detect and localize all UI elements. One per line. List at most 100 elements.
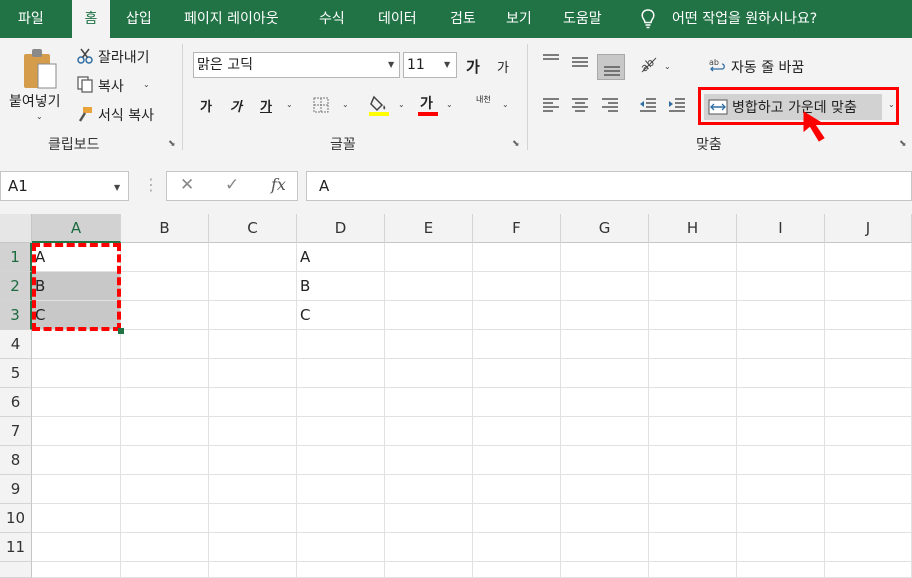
cell-b11[interactable]: [121, 533, 209, 562]
cell-e11[interactable]: [385, 533, 473, 562]
cell-g3[interactable]: [561, 301, 649, 330]
cell-i9[interactable]: [737, 475, 825, 504]
row-header-4[interactable]: 4: [0, 330, 32, 359]
tab-file[interactable]: 파일: [18, 0, 44, 38]
cell-j12[interactable]: [825, 562, 912, 578]
tab-view[interactable]: 보기: [506, 0, 532, 38]
column-header-f[interactable]: F: [473, 214, 561, 243]
tab-formulas[interactable]: 수식: [319, 0, 345, 38]
italic-button[interactable]: 가: [230, 96, 242, 115]
font-name-combo[interactable]: 맑은 고딕: [193, 52, 400, 78]
align-right-icon[interactable]: [600, 96, 620, 114]
font-color-dropdown-icon[interactable]: ⌄: [446, 100, 453, 109]
cell-c9[interactable]: [209, 475, 297, 504]
select-all-corner[interactable]: [0, 214, 32, 243]
orientation-icon[interactable]: ab: [638, 52, 660, 74]
wrap-text-button[interactable]: 자동 줄 바꿈: [731, 57, 804, 77]
borders-icon[interactable]: [312, 96, 330, 114]
align-top-icon[interactable]: [541, 52, 561, 70]
cancel-icon[interactable]: ✕: [180, 175, 194, 195]
borders-dropdown-icon[interactable]: ⌄: [342, 100, 349, 109]
cell-b2[interactable]: [121, 272, 209, 301]
cell-j7[interactable]: [825, 417, 912, 446]
cell-j9[interactable]: [825, 475, 912, 504]
font-color-button[interactable]: 가: [420, 93, 433, 113]
cell-f8[interactable]: [473, 446, 561, 475]
cell-e10[interactable]: [385, 504, 473, 533]
cell-f4[interactable]: [473, 330, 561, 359]
increase-indent-icon[interactable]: [667, 96, 687, 114]
cell-c11[interactable]: [209, 533, 297, 562]
cell-f12[interactable]: [473, 562, 561, 578]
cell-i11[interactable]: [737, 533, 825, 562]
cell-d9[interactable]: [297, 475, 385, 504]
cell-i5[interactable]: [737, 359, 825, 388]
cell-c8[interactable]: [209, 446, 297, 475]
clipboard-launcher-icon[interactable]: ⬊: [168, 139, 176, 149]
grow-font-button[interactable]: 가: [466, 56, 480, 77]
row-header-12[interactable]: [0, 562, 32, 578]
cell-e3[interactable]: [385, 301, 473, 330]
cell-i10[interactable]: [737, 504, 825, 533]
cell-a7[interactable]: [32, 417, 121, 446]
cell-g11[interactable]: [561, 533, 649, 562]
cell-d11[interactable]: [297, 533, 385, 562]
cell-h12[interactable]: [649, 562, 737, 578]
column-header-a[interactable]: A: [32, 214, 121, 243]
cell-a12[interactable]: [32, 562, 121, 578]
cell-d10[interactable]: [297, 504, 385, 533]
cell-h3[interactable]: [649, 301, 737, 330]
font-launcher-icon[interactable]: ⬊: [512, 139, 520, 149]
cell-c3[interactable]: [209, 301, 297, 330]
fill-color-icon[interactable]: [368, 93, 390, 117]
column-header-h[interactable]: H: [649, 214, 737, 243]
cell-j6[interactable]: [825, 388, 912, 417]
column-header-e[interactable]: E: [385, 214, 473, 243]
cell-a6[interactable]: [32, 388, 121, 417]
cell-h5[interactable]: [649, 359, 737, 388]
cell-g12[interactable]: [561, 562, 649, 578]
column-header-d[interactable]: D: [297, 214, 385, 243]
shrink-font-button[interactable]: 가: [497, 57, 509, 76]
cell-e1[interactable]: [385, 243, 473, 272]
cell-f7[interactable]: [473, 417, 561, 446]
cell-b10[interactable]: [121, 504, 209, 533]
cell-g2[interactable]: [561, 272, 649, 301]
cell-i4[interactable]: [737, 330, 825, 359]
font-size-dropdown-icon[interactable]: ▼: [444, 60, 450, 69]
align-left-icon[interactable]: [541, 96, 561, 114]
align-middle-icon[interactable]: [570, 52, 590, 70]
tab-home[interactable]: 홈: [72, 0, 110, 38]
cell-f5[interactable]: [473, 359, 561, 388]
cell-b8[interactable]: [121, 446, 209, 475]
cell-g5[interactable]: [561, 359, 649, 388]
column-header-j[interactable]: J: [825, 214, 912, 243]
underline-dropdown-icon[interactable]: ⌄: [286, 100, 293, 109]
cell-d2[interactable]: B: [297, 272, 385, 301]
cell-j8[interactable]: [825, 446, 912, 475]
tab-help[interactable]: 도움말: [563, 0, 602, 38]
cell-j2[interactable]: [825, 272, 912, 301]
cell-a9[interactable]: [32, 475, 121, 504]
alignment-launcher-icon[interactable]: ⬊: [899, 139, 907, 149]
tab-insert[interactable]: 삽입: [126, 0, 152, 38]
cell-d7[interactable]: [297, 417, 385, 446]
cell-i8[interactable]: [737, 446, 825, 475]
cell-g4[interactable]: [561, 330, 649, 359]
cell-b5[interactable]: [121, 359, 209, 388]
cell-b7[interactable]: [121, 417, 209, 446]
row-header-10[interactable]: 10: [0, 504, 32, 533]
cell-j1[interactable]: [825, 243, 912, 272]
cell-h10[interactable]: [649, 504, 737, 533]
cell-c7[interactable]: [209, 417, 297, 446]
cell-d5[interactable]: [297, 359, 385, 388]
cell-c5[interactable]: [209, 359, 297, 388]
cell-g10[interactable]: [561, 504, 649, 533]
bold-button[interactable]: 가: [200, 96, 212, 115]
name-box[interactable]: A1: [0, 171, 129, 201]
insert-function-button[interactable]: fx: [271, 175, 286, 194]
cell-j3[interactable]: [825, 301, 912, 330]
underline-button[interactable]: 가: [260, 96, 272, 115]
row-header-1[interactable]: 1: [0, 243, 32, 272]
cell-b12[interactable]: [121, 562, 209, 578]
